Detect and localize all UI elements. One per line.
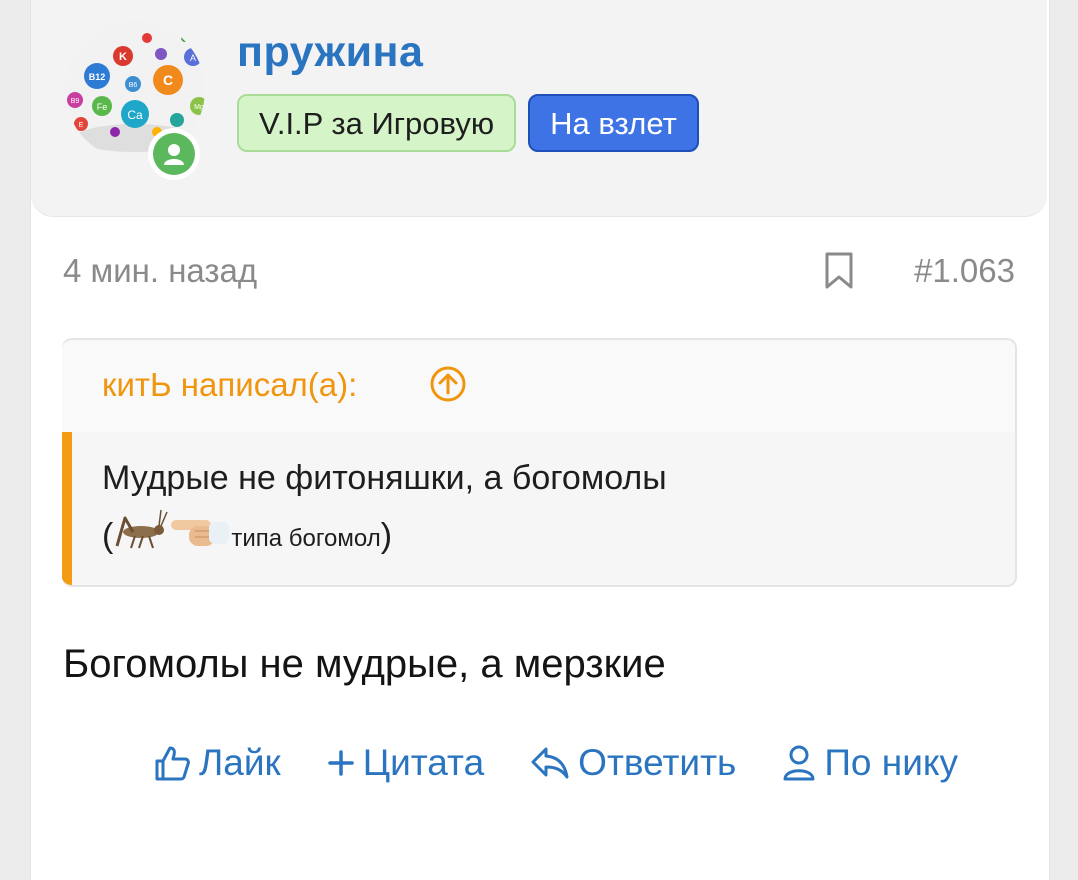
online-status-badge bbox=[148, 128, 200, 180]
quote-emoji-caption: типа богомол bbox=[231, 525, 381, 552]
badge-vip[interactable]: V.I.P за Игровую bbox=[237, 94, 517, 152]
svg-text:A: A bbox=[190, 53, 196, 63]
by-nick-button[interactable]: По нику bbox=[782, 742, 958, 784]
svg-text:Ca: Ca bbox=[127, 108, 143, 122]
reply-icon bbox=[530, 745, 570, 781]
by-nick-label: По нику bbox=[824, 742, 958, 783]
svg-text:E: E bbox=[79, 122, 84, 129]
like-button[interactable]: Лайк bbox=[153, 742, 281, 784]
username-link[interactable]: пружина bbox=[237, 28, 423, 77]
bookmark-icon[interactable] bbox=[824, 252, 854, 295]
svg-text:C: C bbox=[163, 72, 173, 88]
quote-label: Цитата bbox=[362, 742, 485, 783]
user-badges: V.I.P за Игровую На взлет bbox=[237, 94, 699, 152]
user-outline-icon bbox=[782, 744, 816, 782]
quote-button[interactable]: Цитата bbox=[327, 742, 484, 784]
post-card: K B12 C A Ca Fe B6 B9 E Mg пружина V.I.P… bbox=[30, 0, 1050, 880]
paren-open: ( bbox=[102, 517, 114, 555]
quote-block: китЬ написал(а): Мудрые не фитоняшки, а … bbox=[62, 338, 1017, 587]
svg-text:B6: B6 bbox=[129, 82, 138, 89]
post-time[interactable]: 4 мин. назад bbox=[63, 252, 257, 290]
svg-text:K: K bbox=[119, 51, 127, 63]
quote-header: китЬ написал(а): bbox=[62, 340, 1015, 432]
post-header: K B12 C A Ca Fe B6 B9 E Mg пружина V.I.P… bbox=[31, 0, 1047, 217]
grasshopper-emoji bbox=[113, 508, 169, 564]
reply-label: Ответить bbox=[578, 742, 737, 783]
reply-button[interactable]: Ответить bbox=[530, 742, 736, 784]
svg-text:Mg: Mg bbox=[194, 104, 204, 111]
pointing-hand-emoji bbox=[169, 512, 231, 560]
svg-text:Fe: Fe bbox=[97, 102, 108, 112]
svg-text:B9: B9 bbox=[71, 98, 80, 105]
plus-icon bbox=[327, 749, 355, 777]
post-number[interactable]: #1.063 bbox=[914, 252, 1015, 290]
arrow-up-circle-icon[interactable] bbox=[429, 365, 467, 408]
quote-text-line2: (типа богомол) bbox=[102, 508, 995, 564]
post-actions: Лайк Цитата Ответить По нику bbox=[153, 742, 958, 784]
quote-text: Мудрые не фитоняшки, а богомолы bbox=[102, 459, 667, 497]
post-message: Богомолы не мудрые, а мерзкие bbox=[63, 642, 666, 686]
badge-launch[interactable]: На взлет bbox=[528, 94, 699, 152]
paren-close: ) bbox=[380, 517, 393, 555]
quote-body: Мудрые не фитоняшки, а богомолы (типа б… bbox=[102, 458, 995, 564]
user-icon bbox=[153, 133, 195, 175]
quote-author[interactable]: китЬ написал(а): bbox=[102, 366, 357, 404]
like-label: Лайк bbox=[199, 742, 281, 783]
thumbs-up-icon bbox=[153, 744, 191, 782]
svg-text:B12: B12 bbox=[89, 72, 106, 82]
